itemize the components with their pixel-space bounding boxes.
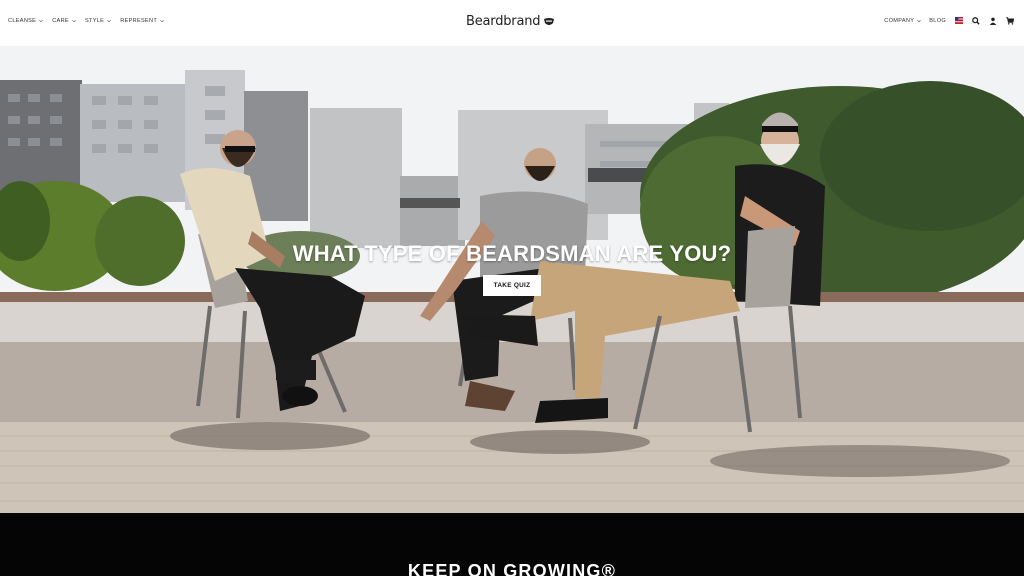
flag-icon[interactable]	[954, 16, 963, 25]
brand-logo[interactable]: Beardbrand	[466, 14, 555, 29]
secondary-nav: COMPANY BLOG	[884, 16, 1014, 25]
nav-item-label: STYLE	[84, 18, 105, 24]
site-header: CLEANSE CARE STYLE REPRESENT Beardbrand	[0, 0, 1024, 46]
nav-item-label: CLEANSE	[8, 18, 37, 24]
account-icon[interactable]	[988, 16, 997, 25]
hero-banner: WHAT TYPE OF BEARDSMAN ARE YOU? TAKE QUI…	[0, 46, 1024, 513]
nav-item-cleanse[interactable]: CLEANSE	[8, 18, 44, 24]
search-icon[interactable]	[971, 16, 980, 25]
chevron-down-icon	[72, 19, 76, 23]
nav-item-represent[interactable]: REPRESENT	[120, 18, 164, 24]
brand-name: Beardbrand	[466, 14, 541, 29]
nav-item-care[interactable]: CARE	[52, 18, 76, 24]
nav-item-label: CARE	[52, 18, 69, 24]
chevron-down-icon	[160, 19, 164, 23]
cart-icon[interactable]	[1005, 16, 1014, 25]
chevron-down-icon	[917, 19, 922, 22]
nav-item-label: REPRESENT	[120, 18, 158, 24]
chevron-down-icon	[39, 19, 44, 23]
promo-band: KEEP ON GROWING®	[0, 513, 1024, 576]
beard-logo-icon	[544, 17, 555, 25]
nav-item-company[interactable]: COMPANY	[884, 17, 922, 24]
nav-item-label: BLOG	[929, 17, 946, 24]
nav-item-style[interactable]: STYLE	[84, 18, 112, 24]
nav-item-label: COMPANY	[884, 17, 915, 24]
chevron-down-icon	[107, 19, 112, 23]
hero-title: WHAT TYPE OF BEARDSMAN ARE YOU?	[292, 241, 732, 266]
take-quiz-button[interactable]: TAKE QUIZ	[483, 275, 541, 296]
primary-nav: CLEANSE CARE STYLE REPRESENT	[8, 18, 164, 24]
nav-item-blog[interactable]: BLOG	[929, 18, 946, 24]
band-title: KEEP ON GROWING®	[407, 561, 617, 576]
page: CLEANSE CARE STYLE REPRESENT Beardbrand	[0, 0, 1024, 576]
